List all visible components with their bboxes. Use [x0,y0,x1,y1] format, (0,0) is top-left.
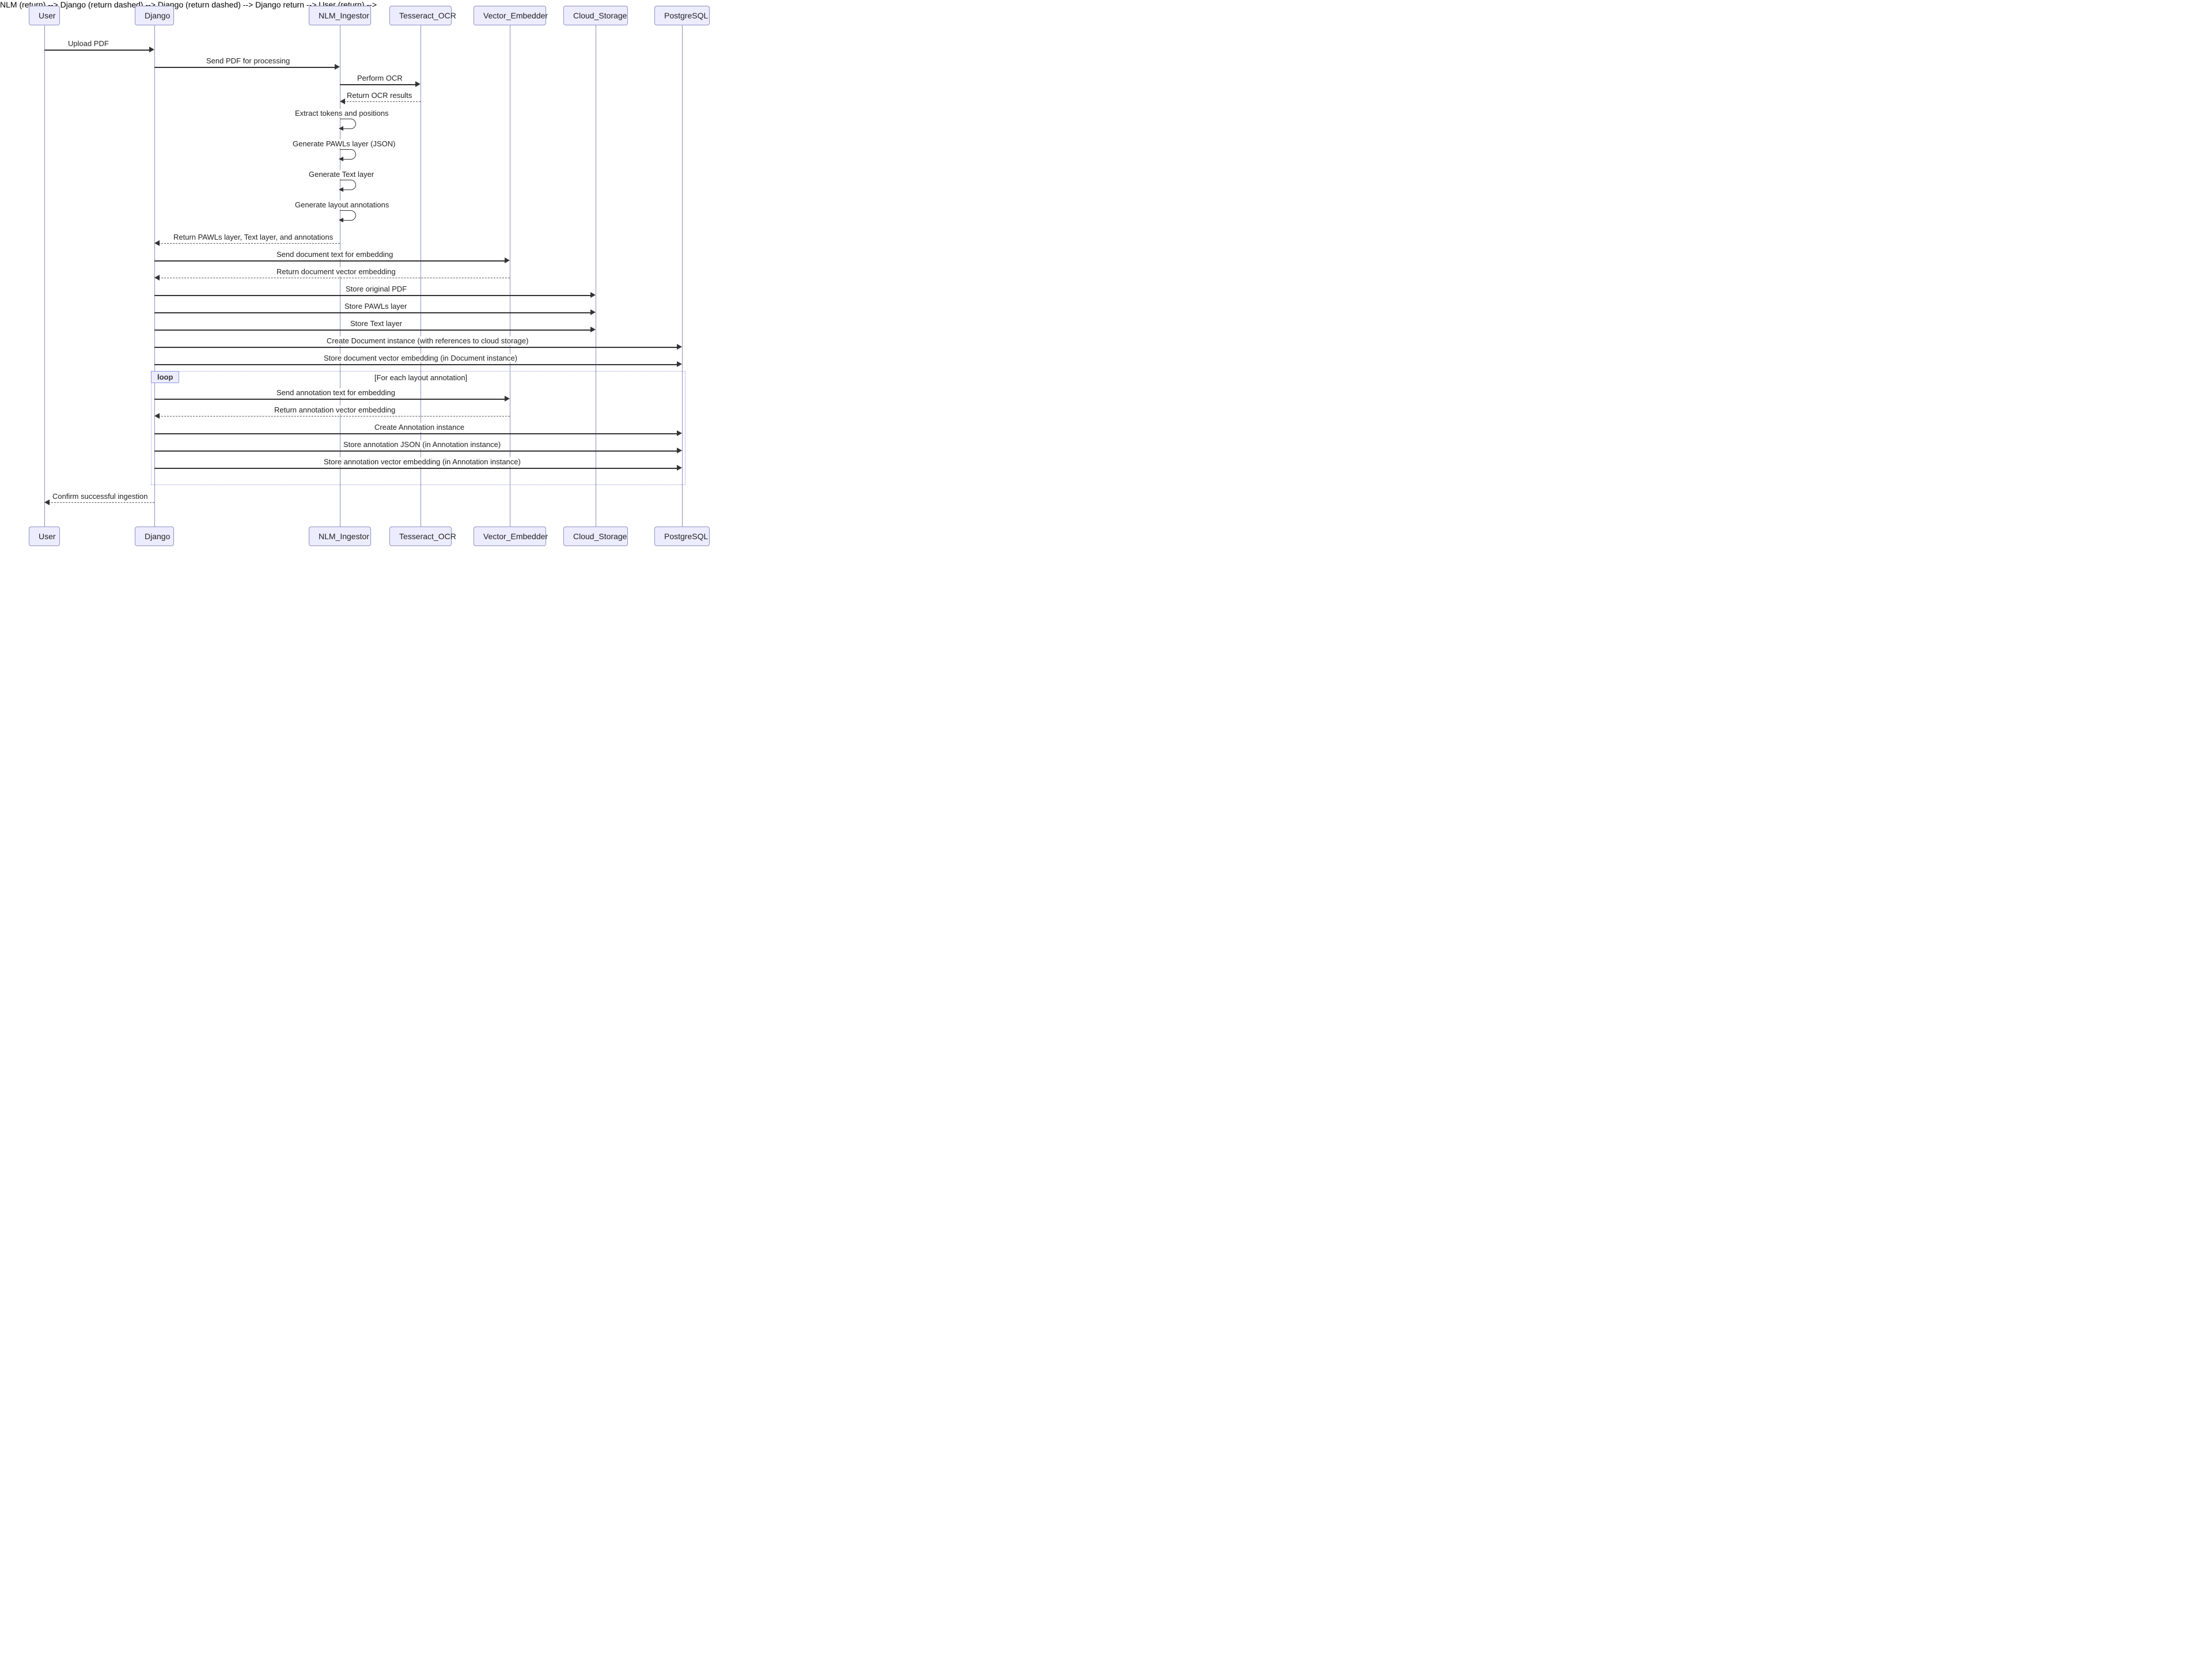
arrow [158,243,340,244]
arrow-head-icon [677,465,682,471]
participant-label: NLM_Ingestor [319,532,369,541]
arrow-head-icon [677,448,682,453]
arrow-head-icon [590,292,596,298]
participant-storage-bottom: Cloud_Storage [563,527,628,546]
msg-store-annot-json: Store annotation JSON (in Annotation ins… [342,440,502,449]
arrow [154,67,336,68]
msg-upload-pdf: Upload PDF [67,39,110,48]
arrow [48,502,154,503]
msg-gen-layout: Generate layout annotations [294,200,390,209]
arrow [154,312,592,313]
arrow-head-icon [340,99,345,104]
msg-store-doc-embed: Store document vector embedding (in Docu… [323,354,518,362]
msg-perform-ocr: Perform OCR [356,74,404,82]
msg-send-annot-embed: Send annotation text for embedding [275,388,396,397]
arrow-head-icon [339,157,343,161]
arrow-head-icon [154,413,160,419]
arrow-head-icon [154,240,160,246]
loop-tag-label: loop [157,373,173,381]
arrow-head-icon [505,258,510,263]
participant-nlm-top: NLM_Ingestor [309,6,371,25]
participant-label: PostgreSQL [664,11,708,20]
msg-confirm: Confirm successful ingestion [51,492,149,501]
participant-postgres-bottom: PostgreSQL [654,527,710,546]
arrow [44,50,150,51]
arrow [154,433,678,434]
participant-label: NLM_Ingestor [319,11,369,20]
participant-label: Django [145,11,170,20]
arrow-head-icon [335,64,340,70]
msg-store-pawls: Store PAWLs layer [343,302,408,311]
participant-storage-top: Cloud_Storage [563,6,628,25]
arrow [154,364,678,365]
msg-store-annot-embed: Store annotation vector embedding (in An… [323,457,522,466]
participant-label: Django [145,532,170,541]
participant-label: Tesseract_OCR [399,11,456,20]
msg-extract-tokens: Extract tokens and positions [294,109,390,118]
msg-send-pdf: Send PDF for processing [205,56,291,65]
participant-label: User [39,11,56,20]
participant-label: User [39,532,56,541]
participant-label: Vector_Embedder [483,11,548,20]
participant-ocr-top: Tesseract_OCR [389,6,452,25]
participant-label: Cloud_Storage [573,11,627,20]
participant-postgres-top: PostgreSQL [654,6,710,25]
participant-label: Tesseract_OCR [399,532,456,541]
arrow-head-icon [44,499,50,505]
participant-django-bottom: Django [135,527,174,546]
participant-label: PostgreSQL [664,532,708,541]
loop-condition: [For each layout annotation] [374,373,467,382]
participant-label: Cloud_Storage [573,532,627,541]
msg-send-doc-embed: Send document text for embedding [275,250,394,259]
loop-tag: loop [151,371,179,383]
arrow-head-icon [149,47,154,52]
arrow [154,468,678,469]
participant-embedder-bottom: Vector_Embedder [474,527,546,546]
arrow [154,295,592,296]
participant-user-bottom: User [29,527,60,546]
arrow-head-icon [677,430,682,436]
arrow-head-icon [154,275,160,281]
arrow-head-icon [677,344,682,350]
msg-store-text: Store Text layer [349,319,403,328]
arrow-head-icon [415,81,421,87]
msg-create-doc: Create Document instance (with reference… [325,336,529,345]
arrow-head-icon [590,327,596,332]
arrow-head-icon [590,309,596,315]
msg-gen-text: Generate Text layer [308,170,375,179]
arrow-head-icon [505,396,510,402]
msg-return-doc-embed: Return document vector embedding [275,267,397,276]
msg-gen-pawls: Generate PAWLs layer (JSON) [291,139,396,148]
lifeline-user [44,25,45,527]
arrow-head-icon [677,361,682,367]
participant-user-top: User [29,6,60,25]
arrow [340,84,416,85]
arrow [154,399,506,400]
arrow [344,101,421,102]
participant-django-top: Django [135,6,174,25]
participant-embedder-top: Vector_Embedder [474,6,546,25]
arrow [154,330,592,331]
msg-return-ocr: Return OCR results [346,91,413,100]
msg-store-pdf: Store original PDF [344,285,408,293]
arrow-head-icon [339,126,343,131]
arrow-head-icon [339,218,343,222]
arrow [154,347,678,348]
participant-ocr-bottom: Tesseract_OCR [389,527,452,546]
arrow-head-icon [339,187,343,192]
msg-return-layers: Return PAWLs layer, Text layer, and anno… [172,233,334,241]
participant-label: Vector_Embedder [483,532,548,541]
msg-return-annot-embed: Return annotation vector embedding [273,406,396,414]
participant-nlm-bottom: NLM_Ingestor [309,527,371,546]
msg-create-annot: Create Annotation instance [373,423,465,431]
arrow [154,450,678,452]
arrow [154,260,506,262]
